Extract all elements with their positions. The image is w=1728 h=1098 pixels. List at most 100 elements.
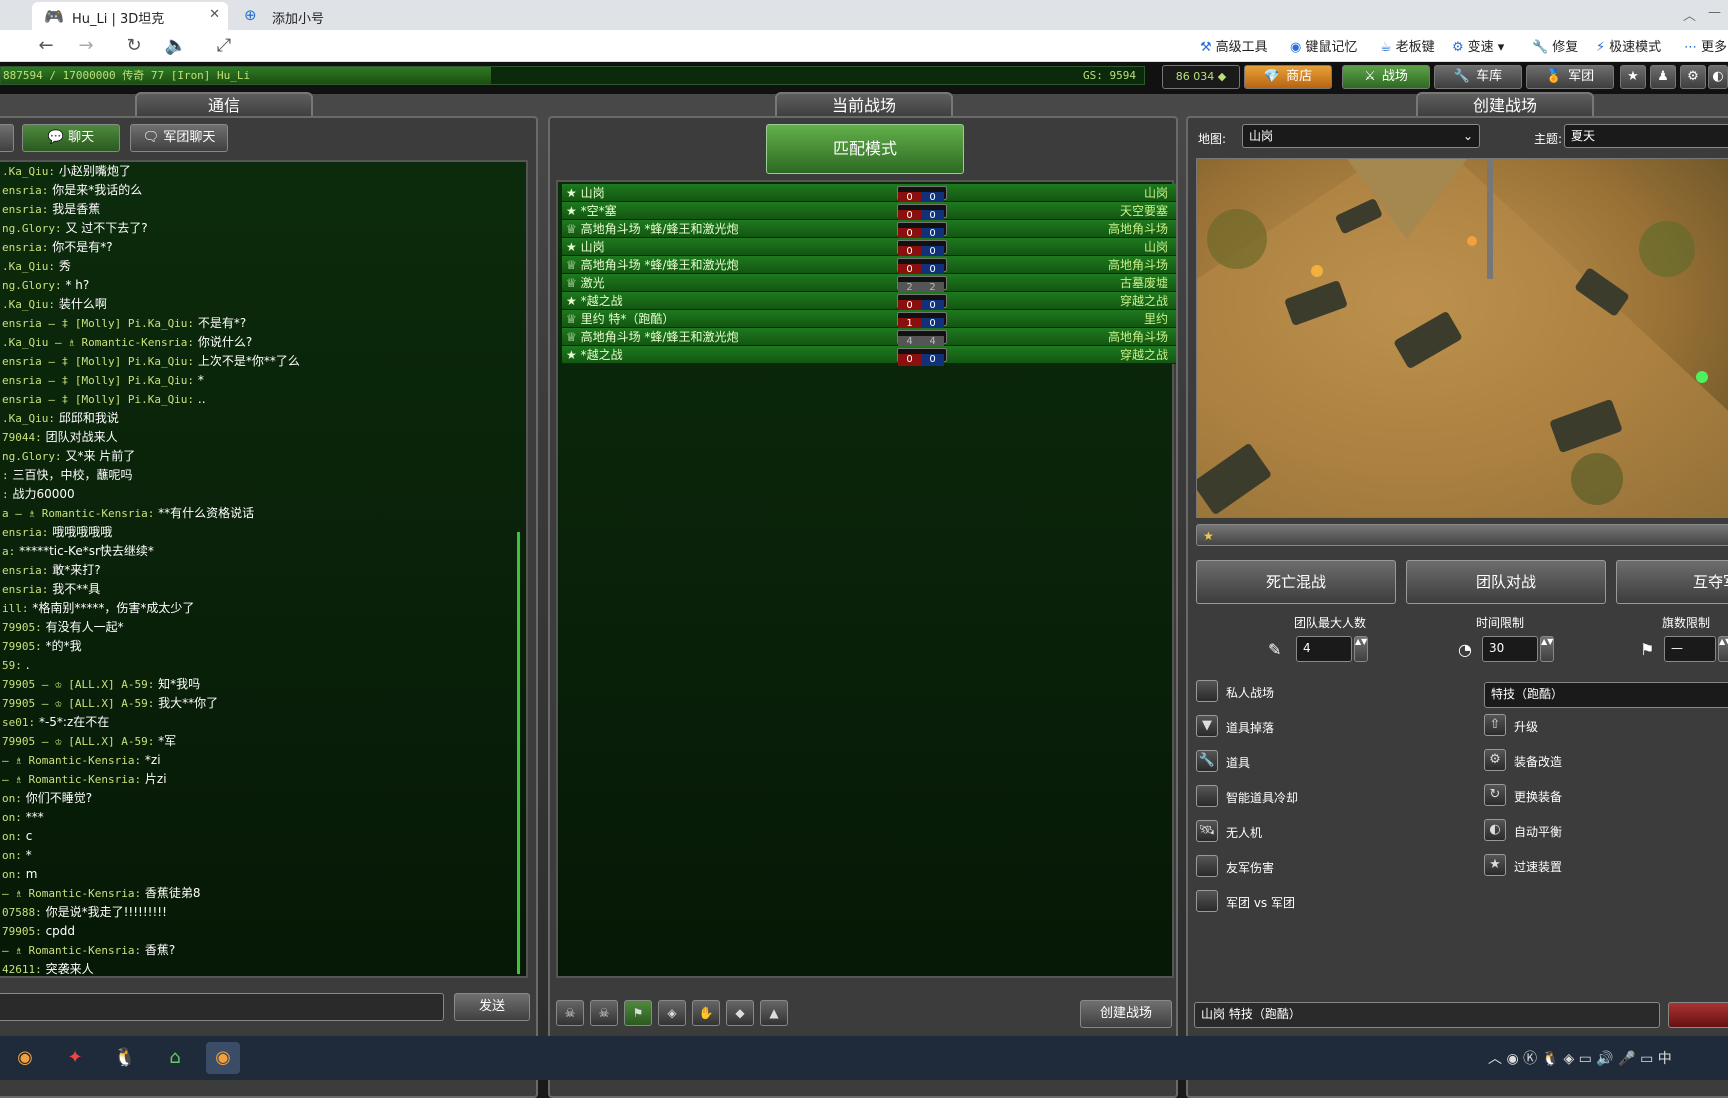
- chat-sender[interactable]: a:: [2, 545, 15, 558]
- battle-row[interactable]: ♕ 里约 特*（跑酷） 1 0 里约: [562, 310, 1176, 330]
- tab-clan-chat[interactable]: 🗨 军团聊天: [130, 124, 228, 152]
- shop-button[interactable]: 💎 商店: [1244, 65, 1332, 89]
- checkbox[interactable]: [1196, 890, 1218, 912]
- chat-sender[interactable]: :: [2, 469, 9, 482]
- checkbox[interactable]: [1196, 680, 1218, 702]
- chat-sender[interactable]: 07588:: [2, 906, 42, 919]
- browser-app-icon[interactable]: ◉: [8, 1042, 42, 1074]
- chat-sender[interactable]: .Ka_Qiu:: [2, 298, 55, 311]
- mode-dm-button[interactable]: 死亡混战: [1196, 560, 1396, 604]
- rank-range-slider[interactable]: ★: [1196, 524, 1728, 546]
- chat-log[interactable]: .Ka_Qiu: 小赵别嘴炮了 ensria: 你是来*我话的么 ensria: 我…: [0, 160, 528, 978]
- checkbox[interactable]: ⇧: [1484, 714, 1506, 736]
- chat-sender[interactable]: .Ka_Qiu:: [2, 260, 55, 273]
- chat-sender[interactable]: ensria:: [2, 526, 48, 539]
- checkbox[interactable]: ◐: [1484, 819, 1506, 841]
- chat-sender[interactable]: 79905:: [2, 621, 42, 634]
- flag-limit-stepper[interactable]: ▲▼: [1718, 636, 1728, 662]
- home-app-icon[interactable]: ⌂: [158, 1042, 192, 1074]
- checkbox[interactable]: ★: [1484, 854, 1506, 876]
- qq-icon[interactable]: 🐧: [108, 1042, 142, 1074]
- chat-sender[interactable]: ensria — ‡ [Molly] Pi.Ka_Qiu:: [2, 355, 194, 368]
- chat-sender[interactable]: 42611:: [2, 963, 42, 976]
- chat-sender[interactable]: .Ka_Qiu — ♗ Romantic-Kensria:: [2, 336, 194, 349]
- tab-game[interactable]: 🎮 Hu_Li | 3D坦克 ✕: [32, 2, 228, 30]
- checkbox[interactable]: ⚙: [1484, 749, 1506, 771]
- checkbox[interactable]: 🔧: [1196, 750, 1218, 772]
- chat-sender[interactable]: .Ka_Qiu:: [2, 165, 55, 178]
- back-icon[interactable]: ←: [34, 34, 58, 58]
- clan-button[interactable]: 🏅 军团: [1526, 65, 1614, 89]
- special-mode-select[interactable]: 特技（跑酷）: [1484, 682, 1728, 708]
- chat-sender[interactable]: 59:: [2, 659, 22, 672]
- fullscreen-icon[interactable]: ⤢: [212, 34, 236, 58]
- chat-prev-tab[interactable]: [0, 124, 14, 152]
- battle-row[interactable]: ★ *越之战 0 0 穿越之战: [562, 292, 1176, 312]
- chat-sender[interactable]: :: [2, 488, 9, 501]
- checkbox[interactable]: ▼: [1196, 715, 1218, 737]
- battle-list[interactable]: ★ 山岗 0 0 山岗 ★ *空*塞 0 0 天空要塞 ♕ 高地角斗场 *蜂/蜂王和激光炮 0 0 高…: [556, 180, 1176, 978]
- chat-sender[interactable]: .Ka_Qiu:: [2, 412, 55, 425]
- tab-add-account[interactable]: ⊕ 添加小号: [232, 2, 342, 30]
- match-mode-button[interactable]: 匹配模式: [766, 124, 964, 174]
- filter-ctf-icon[interactable]: ⚑: [624, 1000, 652, 1026]
- battle-button[interactable]: ⚔ 战场: [1342, 65, 1430, 89]
- chat-sender[interactable]: 79044:: [2, 431, 42, 444]
- tool-keymouse[interactable]: ◉ 键鼠记忆: [1290, 36, 1357, 55]
- chat-sender[interactable]: on:: [2, 811, 22, 824]
- chat-sender[interactable]: on:: [2, 792, 22, 805]
- chat-sender[interactable]: 79905 — ♔ [ALL.X] A-59:: [2, 678, 154, 691]
- theme-select[interactable]: 夏天: [1564, 124, 1728, 148]
- battle-row[interactable]: ★ 山岗 0 0 山岗: [562, 184, 1176, 204]
- filter-cp-icon[interactable]: ◈: [658, 1000, 686, 1026]
- chat-sender[interactable]: ill:: [2, 602, 29, 615]
- time-limit-stepper[interactable]: ▲▼: [1540, 636, 1554, 662]
- chat-sender[interactable]: — ♗ Romantic-Kensria:: [2, 773, 141, 786]
- mode-ctf-button[interactable]: 互夺军旗: [1616, 560, 1728, 604]
- star-icon[interactable]: ★: [1620, 65, 1646, 89]
- battle-row[interactable]: ★ 山岗 0 0 山岗: [562, 238, 1176, 258]
- filter-dm-icon[interactable]: ☠: [556, 1000, 584, 1026]
- tool-more[interactable]: ⋯ 更多: [1684, 36, 1727, 55]
- battle-row[interactable]: ♕ 高地角斗场 *蜂/蜂王和激光炮 0 0 高地角斗场: [562, 220, 1176, 240]
- battle-row[interactable]: ★ *空*塞 0 0 天空要塞: [562, 202, 1176, 222]
- battle-name-input[interactable]: 山岗 特技（跑酷）: [1194, 1002, 1660, 1028]
- friends-icon[interactable]: ♟: [1650, 65, 1676, 89]
- create-battle-button[interactable]: 创建战场: [1080, 1000, 1172, 1028]
- chat-sender[interactable]: on:: [2, 868, 22, 881]
- chat-sender[interactable]: ng.Glory:: [2, 450, 62, 463]
- chat-sender[interactable]: ensria:: [2, 564, 48, 577]
- checkbox[interactable]: [1196, 785, 1218, 807]
- chat-sender[interactable]: — ♗ Romantic-Kensria:: [2, 754, 141, 767]
- tool-speed[interactable]: ⚙ 变速 ▾: [1452, 36, 1504, 55]
- refresh-icon[interactable]: ↻: [122, 34, 146, 58]
- chat-sender[interactable]: se01:: [2, 716, 35, 729]
- checkbox[interactable]: [1196, 855, 1218, 877]
- chat-sender[interactable]: — ♗ Romantic-Kensria:: [2, 887, 141, 900]
- filter-juggernaut-icon[interactable]: ▲: [760, 1000, 788, 1026]
- filter-assault-icon[interactable]: ✋: [692, 1000, 720, 1026]
- chat-sender[interactable]: 79905:: [2, 925, 42, 938]
- chat-sender[interactable]: on:: [2, 849, 22, 862]
- chat-scrollbar[interactable]: [517, 532, 520, 974]
- chat-sender[interactable]: 79905 — ♔ [ALL.X] A-59:: [2, 697, 154, 710]
- chat-sender[interactable]: on:: [2, 830, 22, 843]
- minimize-icon[interactable]: —: [1708, 5, 1721, 20]
- map-select[interactable]: 山岗 ⌄: [1242, 124, 1480, 148]
- checkbox[interactable]: ↻: [1484, 784, 1506, 806]
- battle-row[interactable]: ♕ 激光 2 2 古墓废墟: [562, 274, 1176, 294]
- chat-sender[interactable]: a — ♗ Romantic-Kensria:: [2, 507, 154, 520]
- chat-sender[interactable]: ensria:: [2, 184, 48, 197]
- chat-sender[interactable]: ensria:: [2, 241, 48, 254]
- tool-advanced[interactable]: ⚒ 高级工具: [1200, 36, 1268, 55]
- tool-turbo[interactable]: ⚡ 极速模式: [1596, 36, 1661, 55]
- settings-icon[interactable]: ⚙: [1680, 65, 1706, 89]
- chat-sender[interactable]: 79905 — ♔ [ALL.X] A-59:: [2, 735, 154, 748]
- time-limit-input[interactable]: 30: [1482, 636, 1538, 662]
- chat-sender[interactable]: ensria — ‡ [Molly] Pi.Ka_Qiu:: [2, 317, 194, 330]
- tool-repair[interactable]: 🔧 修复: [1532, 36, 1578, 55]
- tab-chat[interactable]: 💬 聊天: [22, 124, 120, 152]
- chat-sender[interactable]: ensria — ‡ [Molly] Pi.Ka_Qiu:: [2, 393, 194, 406]
- chat-sender[interactable]: ensria:: [2, 583, 48, 596]
- start-battle-button[interactable]: [1668, 1002, 1728, 1028]
